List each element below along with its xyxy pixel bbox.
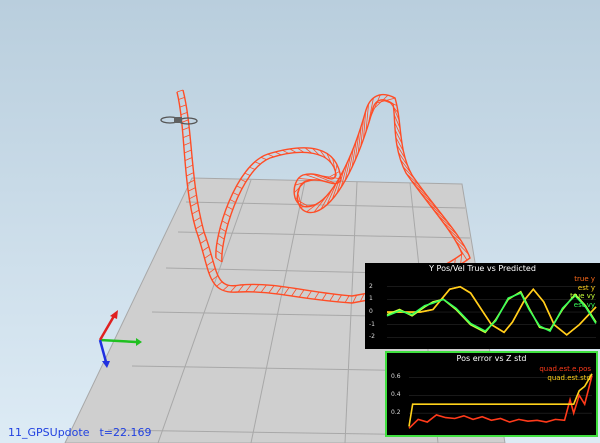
legend-entry: quad.est.std	[547, 373, 591, 382]
y-pos-vel-plot[interactable]: Y Pos/Vel True vs Predicted 2 1 0 -1 -2 true …	[365, 263, 600, 349]
legend-entry: true y	[574, 275, 595, 283]
y-pos-vel-plot-title: Y Pos/Vel True vs Predicted	[429, 264, 536, 273]
y-tick-label: 2	[369, 282, 373, 290]
legend-entry: quad.est.e.pos	[539, 365, 591, 373]
legend-entry: est vy	[573, 300, 595, 309]
pos-error-plot[interactable]: Pos error vs Z std 0.6 0.4 0.2 quad.est.e.p…	[385, 351, 598, 437]
legend-entry: true vy	[570, 292, 595, 300]
y-pos-vel-plot-canvas	[386, 285, 597, 338]
sim-time-label: t=22.169	[99, 426, 152, 439]
pos-error-plot-title: Pos error vs Z std	[456, 354, 527, 363]
y-tick-label: 0	[369, 308, 373, 316]
series-line-0	[408, 375, 593, 429]
legend-entry: est y	[577, 283, 595, 292]
y-tick-label: -1	[369, 320, 375, 328]
y-tick-label: 0.4	[391, 391, 401, 399]
y-tick-label: -2	[369, 333, 375, 341]
legend: true y est y true vy est vy	[570, 275, 595, 309]
y-tick-label: 0.2	[391, 409, 401, 417]
y-tick-label: 1	[369, 295, 373, 303]
scenario-label: 11_GPSUpdote	[8, 426, 90, 439]
legend: quad.est.e.pos quad.est.std	[539, 365, 591, 382]
simulator-window: Y Pos/Vel True vs Predicted 2 1 0 -1 -2 true …	[0, 0, 600, 443]
status-bar: 11_GPSUpdote t=22.169	[8, 426, 162, 439]
y-tick-label: 0.6	[391, 373, 401, 381]
